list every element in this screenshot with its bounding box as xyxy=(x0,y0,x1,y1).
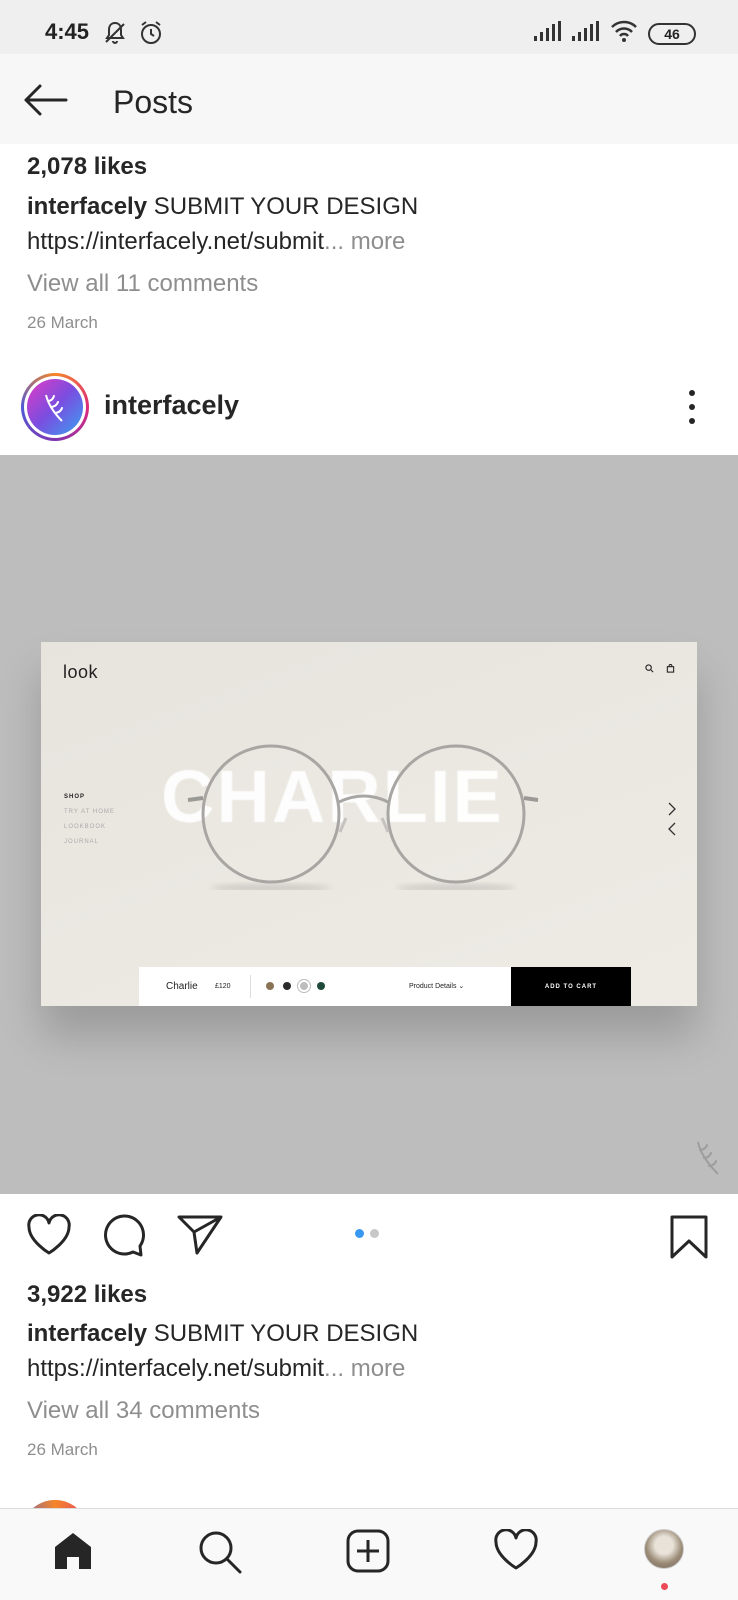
arrow-left-icon xyxy=(24,84,68,116)
profile-notification-dot xyxy=(661,1583,668,1590)
nav-activity[interactable] xyxy=(493,1528,539,1576)
post-date: 26 March xyxy=(27,313,98,332)
caption-username[interactable]: interfacely xyxy=(27,1320,147,1347)
caption-link-line: https://interfacely.net/submit... more xyxy=(27,228,405,256)
color-swatch xyxy=(300,982,308,990)
carousel-indicator xyxy=(355,1229,379,1238)
comment-icon xyxy=(104,1214,145,1257)
likes-count[interactable]: 2,078 likes xyxy=(27,153,147,181)
chevron-right-icon xyxy=(668,802,676,816)
profile-avatar xyxy=(644,1529,684,1569)
chevron-left-icon xyxy=(668,822,676,836)
caption-link[interactable]: https://interfacely.net/submit xyxy=(27,1355,324,1382)
mockup-nav-item: TRY AT HOME xyxy=(64,809,115,815)
post-caption: interfacely SUBMIT YOUR DESIGN xyxy=(27,193,418,221)
mockup-product-name: Charlie xyxy=(166,981,198,992)
status-time: 4:45 xyxy=(45,19,90,44)
more-options-button[interactable] xyxy=(684,390,700,424)
status-bar: 4:45 46 xyxy=(0,0,738,54)
home-icon xyxy=(55,1533,91,1569)
signal-icon xyxy=(572,21,600,46)
more-link[interactable]: ... more xyxy=(324,228,405,255)
send-icon xyxy=(177,1215,223,1255)
search-icon xyxy=(199,1531,242,1574)
nav-home[interactable] xyxy=(51,1529,95,1578)
bag-icon xyxy=(666,664,675,673)
like-button[interactable] xyxy=(26,1213,72,1261)
mockup-nav-item: LOOKBOOK xyxy=(64,824,107,830)
heart-icon xyxy=(494,1528,538,1570)
battery-indicator: 46 xyxy=(648,22,696,45)
bottom-navigation xyxy=(0,1508,738,1600)
more-dot xyxy=(689,418,695,424)
share-button[interactable] xyxy=(177,1214,223,1261)
mockup-product-price: £120 xyxy=(215,983,231,990)
more-link[interactable]: ... more xyxy=(324,1355,405,1382)
laurel-icon xyxy=(697,1141,719,1175)
color-swatch xyxy=(317,982,325,990)
mockup-product-bar: Charlie £120 Product Details ⌄ ADD TO CA… xyxy=(139,967,631,1006)
post-actions xyxy=(0,1194,738,1279)
bookmark-icon xyxy=(670,1215,708,1259)
post-author-avatar[interactable] xyxy=(21,373,89,441)
nav-search[interactable] xyxy=(197,1529,243,1580)
comment-button[interactable] xyxy=(102,1214,146,1263)
more-dot xyxy=(689,404,695,410)
post-media[interactable]: look SHOP TRY AT HOME LOOKBOOK JOURNAL C… xyxy=(0,455,738,1194)
glasses-image xyxy=(187,744,539,890)
heart-icon xyxy=(27,1213,71,1255)
save-button[interactable] xyxy=(669,1214,709,1265)
mockup-swatches xyxy=(266,982,325,990)
caption-text: SUBMIT YOUR DESIGN xyxy=(153,193,419,220)
caption-link[interactable]: https://interfacely.net/submit xyxy=(27,228,324,255)
view-comments-link[interactable]: View all 34 comments xyxy=(27,1397,260,1425)
mockup-logo: look xyxy=(63,662,99,682)
design-mockup: look SHOP TRY AT HOME LOOKBOOK JOURNAL C… xyxy=(41,642,697,1006)
more-dot xyxy=(689,390,695,396)
carousel-dot xyxy=(355,1229,364,1238)
caption-text: SUBMIT YOUR DESIGN xyxy=(153,1320,419,1347)
wifi-icon xyxy=(610,20,638,47)
post-caption: interfacely SUBMIT YOUR DESIGN xyxy=(27,1320,418,1348)
back-button[interactable] xyxy=(20,80,70,120)
mockup-nav: SHOP TRY AT HOME LOOKBOOK JOURNAL xyxy=(64,794,115,845)
mockup-product-details: Product Details ⌄ xyxy=(409,983,465,990)
nav-new-post[interactable] xyxy=(346,1529,390,1578)
color-swatch xyxy=(283,982,291,990)
laurel-icon xyxy=(45,394,63,422)
app-header: Posts xyxy=(0,54,738,144)
view-comments-link[interactable]: View all 11 comments xyxy=(27,270,258,298)
likes-count[interactable]: 3,922 likes xyxy=(27,1281,147,1309)
nav-profile[interactable] xyxy=(644,1529,684,1569)
alarm-icon xyxy=(138,20,164,51)
post-date: 26 March xyxy=(27,1440,98,1459)
post-author-username[interactable]: interfacely xyxy=(104,390,239,421)
mute-icon xyxy=(102,20,128,51)
search-icon xyxy=(645,664,654,673)
mockup-nav-item: SHOP xyxy=(64,794,86,800)
mockup-nav-item: JOURNAL xyxy=(64,839,100,845)
caption-username[interactable]: interfacely xyxy=(27,193,147,220)
signal-icon xyxy=(534,21,562,46)
caption-link-line: https://interfacely.net/submit... more xyxy=(27,1355,405,1383)
color-swatch xyxy=(266,982,274,990)
mockup-add-to-cart: ADD TO CART xyxy=(511,967,631,1006)
page-title: Posts xyxy=(113,84,194,120)
new-post-icon xyxy=(346,1529,390,1573)
carousel-dot xyxy=(370,1229,379,1238)
